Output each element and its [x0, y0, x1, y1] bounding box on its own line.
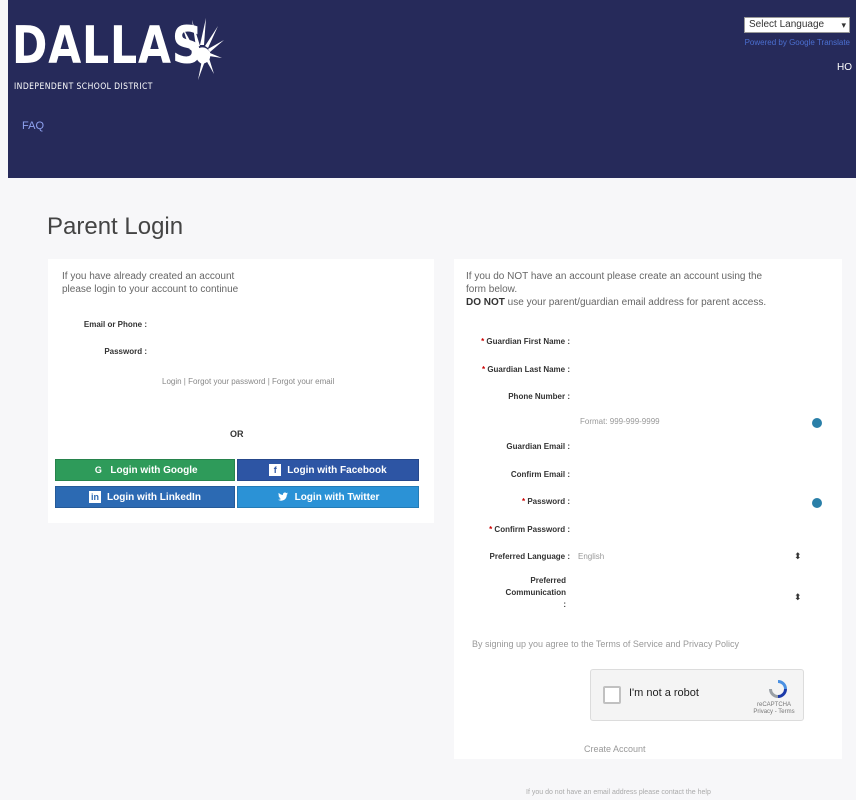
logo-subtitle: INDEPENDENT SCHOOL DISTRICT	[14, 82, 153, 92]
guardian-first-name-input[interactable]	[576, 332, 816, 350]
password-input[interactable]	[152, 342, 412, 360]
language-select-label: Select Language	[749, 19, 825, 30]
page-title: Parent Login	[47, 213, 184, 240]
powered-by-translate-link[interactable]: Powered by Google Translate	[745, 38, 850, 47]
twitter-icon	[277, 492, 288, 501]
login-intro-line-2: please login to your account to continue	[62, 284, 239, 295]
register-intro-line-2: form below.	[466, 284, 518, 295]
preferred-language-select[interactable]: English	[576, 547, 804, 565]
facebook-icon: f	[269, 464, 282, 476]
or-divider: OR	[230, 429, 244, 439]
phone-format-hint: Format: 999-999-9999	[580, 417, 660, 426]
language-select[interactable]: Select Language ▾	[744, 17, 850, 33]
recaptcha-label: I'm not a robot	[629, 687, 699, 699]
confirm-password-input[interactable]	[576, 520, 816, 538]
guardian-last-name-input[interactable]	[576, 360, 816, 378]
logo-star-icon	[182, 18, 224, 80]
register-intro-line-3-rest: use your parent/guardian email address f…	[507, 297, 767, 308]
do-not-emphasis: DO NOT	[466, 297, 505, 308]
login-with-google-button[interactable]: G Login with Google	[55, 459, 235, 481]
site-header: DALLAS INDEPENDENT SCHOOL DISTRICT Selec…	[8, 0, 856, 178]
confirm-password-label: * Confirm Password :	[489, 525, 570, 534]
email-or-phone-input[interactable]	[152, 315, 412, 333]
password-label: Password :	[104, 347, 147, 356]
register-panel: If you do NOT have an account please cre…	[454, 259, 842, 759]
login-with-facebook-button[interactable]: f Login with Facebook	[237, 459, 419, 481]
phone-number-label: Phone Number :	[508, 392, 570, 401]
terms-notice[interactable]: By signing up you agree to the Terms of …	[472, 639, 739, 649]
register-intro: If you do NOT have an account please cre…	[466, 270, 836, 309]
footer-help-note: If you do not have an email address plea…	[526, 789, 711, 796]
preferred-language-label: Preferred Language :	[489, 552, 570, 561]
email-or-phone-label: Email or Phone :	[83, 320, 147, 329]
register-intro-line-1: If you do NOT have an account please cre…	[466, 271, 763, 282]
language-select-caret-icon: ⬍	[794, 551, 802, 561]
header-home-link[interactable]: HO	[837, 62, 852, 73]
confirm-email-input[interactable]	[576, 465, 816, 483]
twitter-button-label: Login with Twitter	[294, 491, 380, 503]
password-help-icon[interactable]	[812, 498, 822, 508]
guardian-email-input[interactable]	[576, 437, 816, 455]
preferred-language-value: English	[578, 552, 605, 561]
login-with-linkedin-button[interactable]: in Login with LinkedIn	[55, 486, 235, 508]
login-intro-line-1: If you have already created an account	[62, 271, 235, 282]
google-button-label: Login with Google	[110, 464, 198, 476]
guardian-last-name-label: * Guardian Last Name :	[481, 365, 570, 374]
google-icon: G	[94, 465, 102, 475]
phone-number-input[interactable]	[576, 387, 816, 405]
guardian-email-label: Guardian Email :	[506, 442, 570, 451]
recaptcha-brand-text: reCAPTCHA Privacy - Terms	[753, 702, 795, 715]
preferred-communication-label: Preferred Communication :	[505, 576, 566, 609]
register-password-input[interactable]	[576, 492, 806, 510]
login-intro: If you have already created an account p…	[62, 270, 238, 296]
recaptcha-logo-icon	[769, 680, 787, 698]
linkedin-button-label: Login with LinkedIn	[107, 491, 201, 503]
recaptcha-checkbox[interactable]	[603, 686, 621, 704]
facebook-button-label: Login with Facebook	[287, 464, 387, 476]
login-panel: If you have already created an account p…	[48, 259, 434, 523]
login-links[interactable]: Login | Forgot your password | Forgot yo…	[162, 377, 334, 386]
password-label-register: * Password :	[521, 497, 570, 506]
create-account-button[interactable]: Create Account	[584, 744, 646, 754]
preferred-communication-select[interactable]	[576, 589, 804, 607]
confirm-email-label: Confirm Email :	[510, 470, 570, 479]
district-logo[interactable]: DALLAS INDEPENDENT SCHOOL DISTRICT	[12, 14, 224, 94]
chevron-down-icon: ▾	[841, 20, 846, 30]
login-with-twitter-button[interactable]: Login with Twitter	[237, 486, 419, 508]
linkedin-icon: in	[89, 491, 102, 503]
faq-link[interactable]: FAQ	[22, 120, 44, 132]
communication-select-caret-icon: ⬍	[794, 592, 802, 602]
guardian-first-name-label: * Guardian First Name :	[481, 337, 570, 346]
phone-help-icon[interactable]	[812, 418, 822, 428]
register-intro-line-3: DO NOT use your parent/guardian email ad…	[466, 296, 836, 309]
recaptcha-widget: I'm not a robot reCAPTCHA Privacy - Term…	[590, 669, 804, 721]
